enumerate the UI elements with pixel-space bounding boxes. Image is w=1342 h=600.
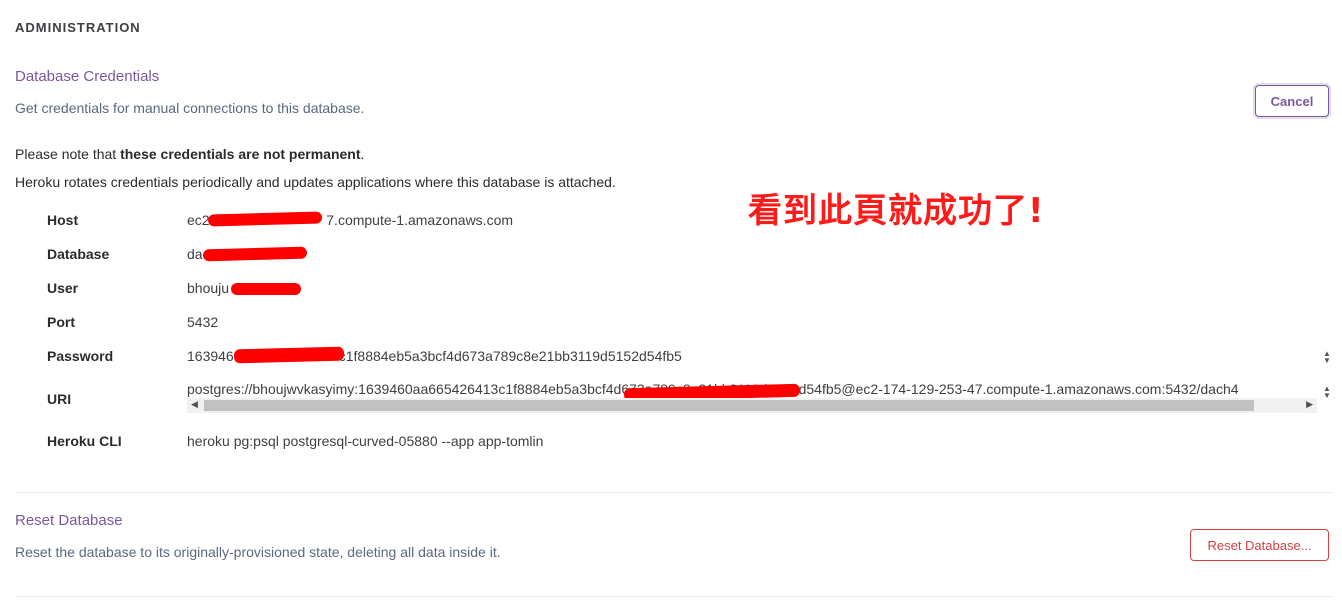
- permanence-note: Please note that these credentials are n…: [15, 146, 364, 162]
- redaction-mark: [231, 283, 301, 295]
- database-value[interactable]: da: [187, 246, 203, 262]
- uri-spinner[interactable]: ▲ ▼: [1321, 385, 1333, 400]
- cancel-button[interactable]: Cancel: [1255, 85, 1329, 117]
- note-prefix: Please note that: [15, 146, 121, 162]
- note-suffix: .: [360, 146, 365, 162]
- credentials-title: Database Credentials: [15, 68, 160, 85]
- password-label: Password: [47, 348, 114, 364]
- heroku-cli-label: Heroku CLI: [47, 433, 122, 449]
- user-value[interactable]: bhouju: [187, 280, 229, 296]
- cred-row-database: Database da: [47, 243, 203, 265]
- cred-row-port: Port 5432: [47, 311, 218, 333]
- uri-horizontal-scrollbar[interactable]: ◀ ▶: [187, 398, 1317, 413]
- port-label: Port: [47, 314, 75, 330]
- port-value[interactable]: 5432: [187, 314, 218, 330]
- reset-description: Reset the database to its originally-pro…: [15, 544, 501, 560]
- redaction-mark: [202, 246, 308, 262]
- scroll-left-icon[interactable]: ◀: [191, 399, 198, 410]
- annotation-text: 看到此頁就成功了!: [748, 191, 1045, 231]
- scrollbar-thumb[interactable]: [204, 400, 1254, 411]
- cred-row-user: User bhouju: [47, 277, 229, 299]
- host-label: Host: [47, 212, 79, 228]
- cred-row-password: Password 163946 c1f8884eb5a3bcf4d673a789…: [47, 345, 682, 367]
- heroku-cli-value[interactable]: heroku pg:psql postgresql-curved-05880 -…: [187, 433, 543, 449]
- cred-row-uri: URI: [47, 388, 187, 410]
- scroll-right-icon[interactable]: ▶: [1306, 399, 1313, 410]
- divider: [15, 596, 1333, 597]
- section-heading: ADMINISTRATION: [15, 20, 141, 35]
- database-label: Database: [47, 246, 110, 262]
- divider: [15, 492, 1333, 493]
- credentials-description: Get credentials for manual connections t…: [15, 100, 365, 116]
- note-bold: these credentials are not permanent: [120, 146, 361, 162]
- rotation-note: Heroku rotates credentials periodically …: [15, 174, 616, 190]
- redaction-mark: [233, 346, 345, 364]
- uri-label: URI: [47, 391, 72, 407]
- user-label: User: [47, 280, 79, 296]
- cred-row-heroku-cli: Heroku CLI heroku pg:psql postgresql-cur…: [47, 430, 543, 452]
- password-spinner[interactable]: ▲ ▼: [1321, 350, 1333, 365]
- reset-database-button[interactable]: Reset Database...: [1190, 529, 1329, 561]
- reset-title: Reset Database: [15, 512, 123, 529]
